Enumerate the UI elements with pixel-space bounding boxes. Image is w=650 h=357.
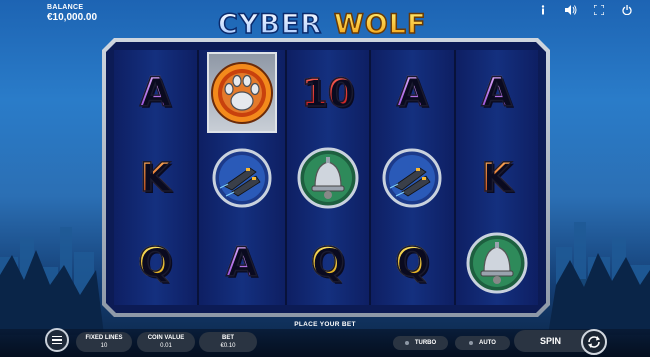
spaceship-icon [380, 146, 444, 210]
fixed-lines-label: FIXED LINES [85, 335, 123, 341]
turbo-toggle[interactable]: TURBO [393, 336, 448, 350]
coin-value-value: 0.01 [160, 343, 172, 349]
symbol-q: Q [310, 239, 345, 286]
turbo-label: TURBO [414, 340, 437, 346]
spaceship-icon [210, 146, 274, 210]
symbol-spaceship [199, 135, 285, 220]
reel-3: 10 Q [287, 50, 370, 305]
reel-grid: A K Q A 10 Q A Q A K [114, 50, 538, 305]
symbol-spaceship [371, 135, 454, 220]
wolf-paw-icon [209, 60, 275, 126]
symbol-bell [456, 220, 539, 305]
balance-display: BALANCE €10,000.00 [47, 4, 97, 23]
coin-value-selector[interactable]: COIN VALUE 0.01 [137, 332, 195, 352]
symbol-bell [287, 135, 370, 220]
fixed-lines-value: 10 [100, 343, 108, 349]
power-icon[interactable] [620, 3, 634, 17]
balance-label: BALANCE [47, 4, 84, 11]
symbol-wolf-paw-wild [207, 52, 277, 133]
sound-icon[interactable] [564, 3, 578, 17]
auto-toggle[interactable]: AUTO [455, 336, 510, 350]
svg-text:WOLF: WOLF [334, 9, 426, 38]
cyber-wolf-logo: CYBER WOLF [217, 8, 426, 38]
bottom-control-bar: FIXED LINES 10 COIN VALUE 0.01 BET €0.10… [0, 328, 650, 357]
reel-1: A K Q [114, 50, 197, 305]
menu-button[interactable] [45, 328, 69, 352]
turbo-indicator [404, 341, 409, 345]
info-icon[interactable] [536, 3, 550, 17]
symbol-a: A [139, 69, 171, 116]
coin-value-label: COIN VALUE [147, 335, 185, 341]
spin-label: SPIN [540, 336, 562, 346]
spin-arrows-icon [588, 336, 600, 348]
symbol-k: K [139, 154, 171, 201]
svg-text:CYBER: CYBER [218, 9, 322, 38]
auto-indicator [469, 341, 474, 345]
balance-value: €10,000.00 [47, 12, 98, 23]
menu-icon [52, 335, 62, 338]
symbol-k: K [481, 154, 513, 201]
symbol-a: A [481, 69, 513, 116]
fullscreen-icon[interactable] [592, 3, 606, 17]
bell-icon [295, 145, 361, 211]
top-icon-bar [536, 3, 634, 17]
symbol-a: A [396, 69, 428, 116]
bell-icon [464, 230, 530, 296]
status-message: PLACE YOUR BET [294, 321, 356, 328]
bet-selector[interactable]: BET €0.10 [199, 332, 257, 352]
reel-frame: A K Q A 10 Q A Q A K [102, 38, 550, 317]
reel-4: A Q [371, 50, 454, 305]
bet-value: €0.10 [220, 343, 236, 349]
bet-label: BET [222, 335, 234, 341]
spin-button[interactable] [581, 329, 607, 355]
symbol-10: 10 [301, 70, 355, 115]
symbol-q: Q [395, 239, 430, 286]
symbol-q: Q [138, 239, 173, 286]
fixed-lines-display: FIXED LINES 10 [76, 332, 132, 352]
reel-2: A [199, 50, 285, 305]
symbol-a: A [226, 239, 257, 286]
auto-label: AUTO [479, 340, 496, 346]
reel-5: A K [456, 50, 539, 305]
